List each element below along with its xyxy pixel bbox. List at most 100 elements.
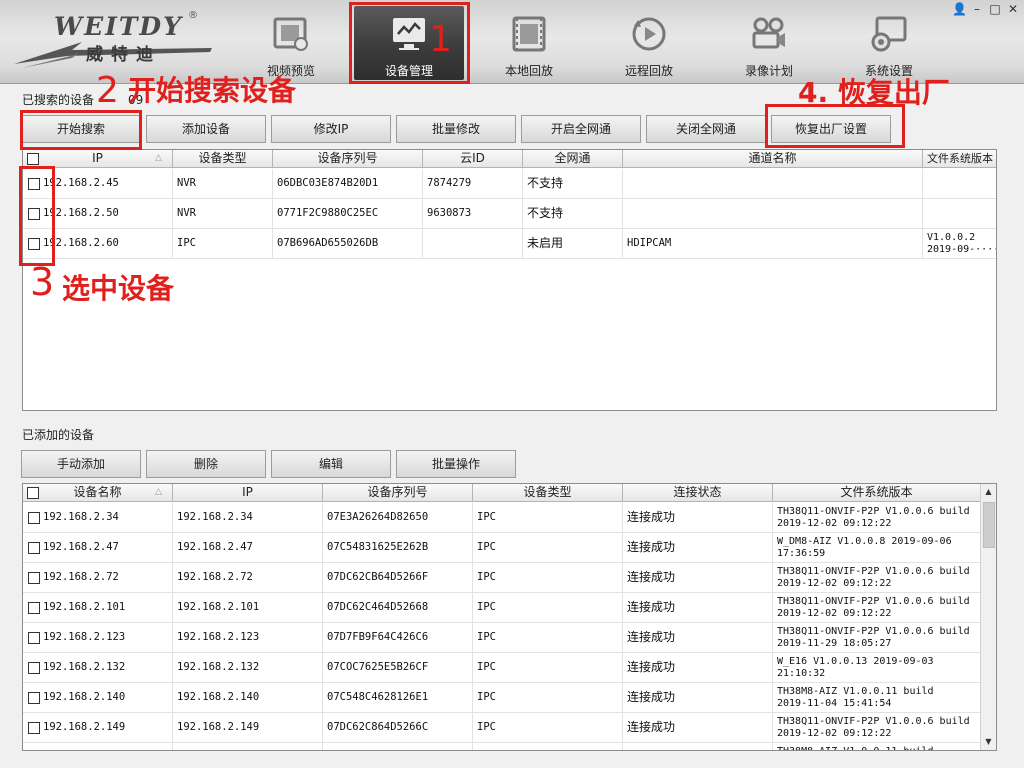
column-serial[interactable]: 设备序列号 bbox=[323, 484, 473, 502]
cell-all-network: 不支持 bbox=[523, 169, 623, 199]
cell-device-name: 192.168.2.149 bbox=[23, 713, 173, 743]
cell-device-name: 192.168.2.123 bbox=[23, 623, 173, 653]
cell-fw: TH38M8-AIZ V1.0.0.11 build 2019-11-04 15… bbox=[773, 683, 981, 713]
tab-label: 本地回放 bbox=[504, 64, 553, 78]
cell-cloud-id bbox=[423, 229, 523, 259]
close-icon[interactable]: ✕ bbox=[1006, 2, 1020, 18]
table-row[interactable]: 192.168.2.47 192.168.2.47 07C54831625E26… bbox=[23, 533, 981, 563]
cell-type: IPC bbox=[473, 683, 623, 713]
tab-remote-playback[interactable]: 远程回放 bbox=[594, 6, 704, 80]
table-header: 设备名称 △ IP 设备序列号 设备类型 连接状态 文件系统版本 bbox=[23, 484, 981, 502]
scroll-down-icon[interactable]: ▼ bbox=[981, 734, 996, 750]
table-row[interactable]: 192.168.2.149 192.168.2.149 07DC62C864D5… bbox=[23, 713, 981, 743]
annotation-step-2-number: 2 bbox=[96, 70, 119, 111]
tab-recording-plan[interactable]: 录像计划 bbox=[714, 6, 824, 80]
cell-type: IPC bbox=[473, 563, 623, 593]
maximize-icon[interactable]: □ bbox=[988, 2, 1002, 18]
cell-serial: 07C54831625E262B bbox=[323, 533, 473, 563]
cell-status: 连接成功 bbox=[623, 563, 773, 593]
edit-button[interactable]: 编辑 bbox=[271, 450, 391, 478]
add-device-button[interactable]: 添加设备 bbox=[146, 115, 266, 143]
cell-status: 连接成功 bbox=[623, 653, 773, 683]
remote-playback-icon bbox=[632, 17, 666, 51]
table-row[interactable]: 192.168.2.34 192.168.2.34 07E3A26264D826… bbox=[23, 503, 981, 533]
table-row[interactable]: 192.168.2.50 NVR 0771F2C9880C25EC 963087… bbox=[23, 199, 996, 229]
cell-fw: TH38Q11-ONVIF-P2P V1.0.0.6 build 2019-12… bbox=[773, 503, 981, 533]
cell-fw: TH38Q11-ONVIF-P2P V1.0.0.6 build 2019-12… bbox=[773, 713, 981, 743]
minimize-icon[interactable]: – bbox=[970, 2, 984, 18]
column-all-network[interactable]: 全网通 bbox=[523, 150, 623, 168]
added-devices-table: 设备名称 △ IP 设备序列号 设备类型 连接状态 文件系统版本 192.168… bbox=[22, 483, 997, 751]
annotation-box-factory-reset bbox=[765, 104, 905, 148]
batch-modify-button[interactable]: 批量修改 bbox=[396, 115, 516, 143]
delete-button[interactable]: 删除 bbox=[146, 450, 266, 478]
cell-type: IPC bbox=[473, 653, 623, 683]
cell-type: NVR bbox=[173, 199, 273, 229]
table-row-partial[interactable]: TH38M8-AIZ V1.0.0.11 build bbox=[23, 743, 981, 750]
cell-serial: 07B696AD655026DB bbox=[273, 229, 423, 259]
table-row[interactable]: 192.168.2.140 192.168.2.140 07C548C46281… bbox=[23, 683, 981, 713]
tab-label: 远程回放 bbox=[624, 64, 673, 78]
column-device-name[interactable]: 设备名称 △ bbox=[23, 484, 173, 502]
cell-channel: HDIPCAM bbox=[623, 229, 923, 259]
column-device-type[interactable]: 设备类型 bbox=[173, 150, 273, 168]
column-fw-version[interactable]: 文件系统版本 bbox=[773, 484, 981, 502]
table-row[interactable]: 192.168.2.132 192.168.2.132 07COC7625E5B… bbox=[23, 653, 981, 683]
cell-all-network: 未启用 bbox=[523, 229, 623, 259]
cell-status: 连接成功 bbox=[623, 683, 773, 713]
disable-all-network-button[interactable]: 关闭全网通 bbox=[646, 115, 766, 143]
table-row[interactable]: 192.168.2.60 IPC 07B696AD655026DB 未启用 HD… bbox=[23, 229, 996, 259]
cell-ip: 192.168.2.123 bbox=[173, 623, 323, 653]
table-header: IP △ 设备类型 设备序列号 云ID 全网通 通道名称 文件系统版本 bbox=[23, 150, 996, 168]
table-row[interactable]: 192.168.2.72 192.168.2.72 07DC62CB64D526… bbox=[23, 563, 981, 593]
cell-type: IPC bbox=[473, 593, 623, 623]
cell-device-name: 192.168.2.34 bbox=[23, 503, 173, 533]
select-all-checkbox[interactable] bbox=[27, 487, 39, 499]
logo-chinese-text: 威特迪 bbox=[86, 45, 161, 65]
searched-devices-label: 已搜索的设备 09 bbox=[22, 93, 144, 107]
sort-arrow-icon: △ bbox=[155, 487, 162, 497]
cell-all-network: 不支持 bbox=[523, 199, 623, 229]
logo-brand-text: WEITDY bbox=[54, 12, 183, 41]
cell-fw: TH38Q11-ONVIF-P2P V1.0.0.6 build 2019-12… bbox=[773, 563, 981, 593]
cell-status: 连接成功 bbox=[623, 503, 773, 533]
manual-add-button[interactable]: 手动添加 bbox=[21, 450, 141, 478]
enable-all-network-button[interactable]: 开启全网通 bbox=[521, 115, 641, 143]
column-ip[interactable]: IP bbox=[173, 484, 323, 502]
cell-type: NVR bbox=[173, 169, 273, 199]
column-channel-name[interactable]: 通道名称 bbox=[623, 150, 923, 168]
table-row[interactable]: 192.168.2.45 NVR 06DBC03E874B20D1 787427… bbox=[23, 169, 996, 199]
added-table-scrollbar[interactable]: ▲ ▼ bbox=[980, 484, 996, 750]
cell-fw bbox=[923, 199, 996, 229]
table-row[interactable]: 192.168.2.123 192.168.2.123 07D7FB9F64C4… bbox=[23, 623, 981, 653]
cell-serial: 0771F2C9880C25EC bbox=[273, 199, 423, 229]
table-row[interactable]: 192.168.2.101 192.168.2.101 07DC62C464D5… bbox=[23, 593, 981, 623]
column-serial[interactable]: 设备序列号 bbox=[273, 150, 423, 168]
column-device-type[interactable]: 设备类型 bbox=[473, 484, 623, 502]
cell-serial: 06DBC03E874B20D1 bbox=[273, 169, 423, 199]
cell-fw: W_DM8-AIZ V1.0.0.8 2019-09-06 17:36:59 bbox=[773, 533, 981, 563]
batch-operation-button[interactable]: 批量操作 bbox=[396, 450, 516, 478]
cell-serial: 07E3A26264D82650 bbox=[323, 503, 473, 533]
cell-ip: 192.168.2.149 bbox=[173, 713, 323, 743]
tab-local-playback[interactable]: 本地回放 bbox=[474, 6, 584, 80]
tab-system-settings[interactable]: 系统设置 bbox=[834, 6, 944, 80]
scroll-thumb[interactable] bbox=[983, 502, 995, 548]
cell-ip: 192.168.2.34 bbox=[173, 503, 323, 533]
scroll-up-icon[interactable]: ▲ bbox=[981, 484, 996, 500]
modify-ip-button[interactable]: 修改IP bbox=[271, 115, 391, 143]
cell-fw bbox=[923, 169, 996, 199]
user-icon[interactable]: 👤 bbox=[952, 2, 967, 18]
select-all-checkbox[interactable] bbox=[27, 153, 39, 165]
cell-cloud-id: 9630873 bbox=[423, 199, 523, 229]
cell-serial: 07COC7625E5B26CF bbox=[323, 653, 473, 683]
column-fw-version[interactable]: 文件系统版本 bbox=[923, 150, 996, 168]
tab-video-preview[interactable]: 视频预览 bbox=[236, 6, 346, 80]
column-cloud-id[interactable]: 云ID bbox=[423, 150, 523, 168]
recording-plan-icon bbox=[752, 17, 785, 49]
cell-ip: 192.168.2.72 bbox=[173, 563, 323, 593]
cell-ip: 192.168.2.140 bbox=[173, 683, 323, 713]
column-connection-status[interactable]: 连接状态 bbox=[623, 484, 773, 502]
cell-device-name: 192.168.2.140 bbox=[23, 683, 173, 713]
cell-fw: TH38Q11-ONVIF-P2P V1.0.0.6 build 2019-12… bbox=[773, 593, 981, 623]
